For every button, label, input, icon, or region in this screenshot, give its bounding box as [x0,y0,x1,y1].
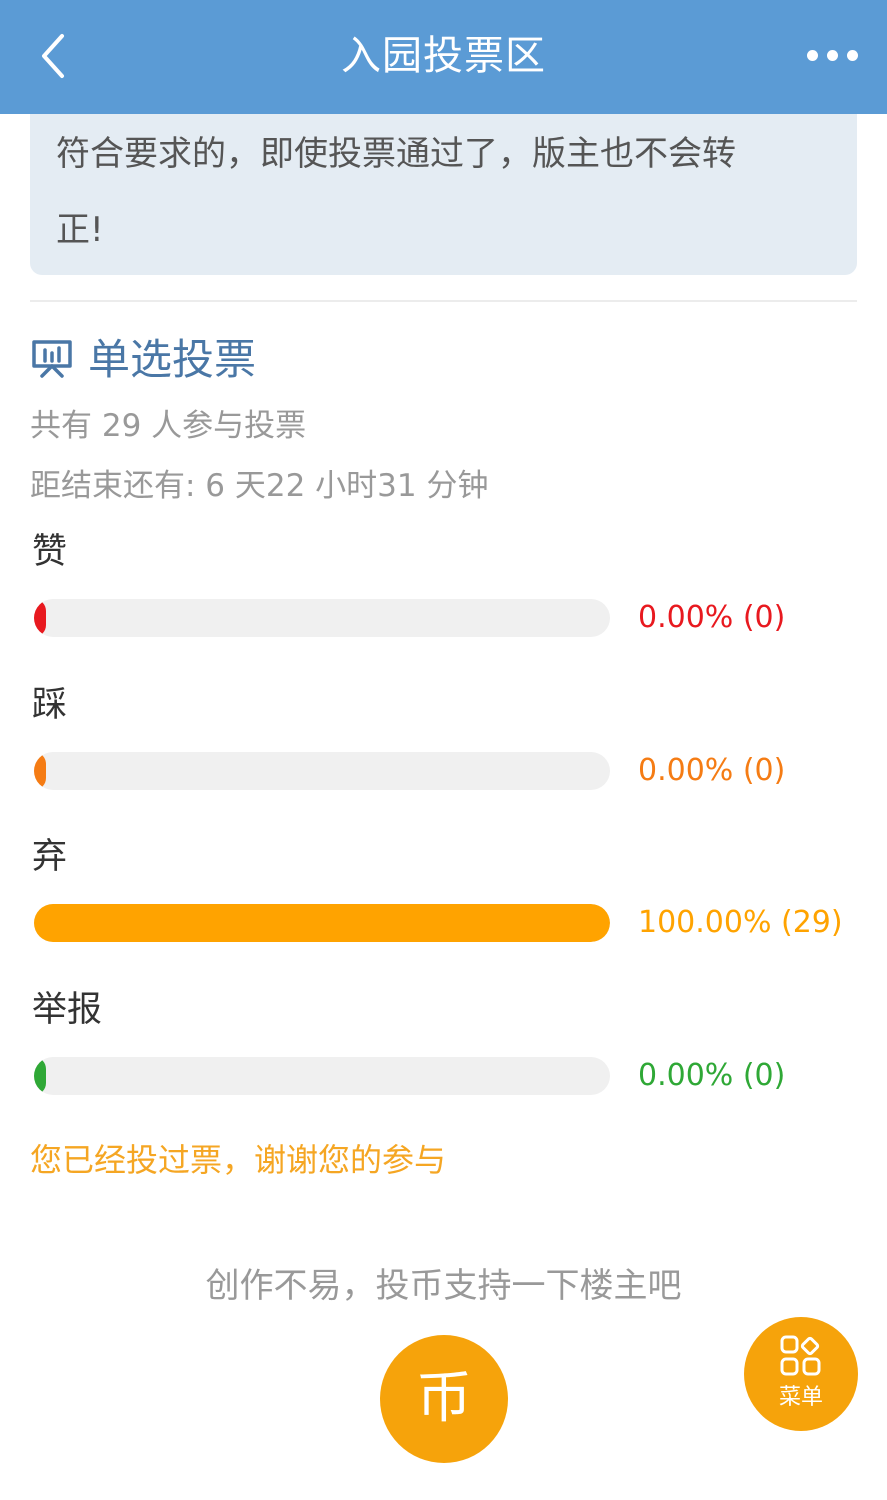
coin-label: 币 [416,1366,472,1431]
voted-message: 您已经投过票，谢谢您的参与 [30,1141,447,1179]
option-percent: 0.00% (0) [638,1058,786,1093]
option-progress-fill [34,904,610,942]
option-percent: 100.00% (29) [638,905,843,940]
option-progress-track[interactable] [34,752,610,790]
more-options-button[interactable] [807,35,859,75]
coin-tip-text: 创作不易，投币支持一下楼主吧 [205,1266,682,1306]
section-divider [30,300,857,302]
option-percent: 0.00% (0) [638,600,786,635]
notice-box: 符合要求的，即使投票通过了，版主也不会转 正! [30,100,857,275]
option-label: 弃 [32,837,68,877]
option-label: 踩 [32,685,68,725]
coin-button[interactable]: 币 [380,1335,508,1463]
option-progress-track[interactable] [34,904,610,942]
option-percent: 0.00% (0) [638,753,786,788]
time-remaining: 距结束还有: 6 天22 小时31 分钟 [30,468,489,504]
notice-text-line-2: 正! [56,210,104,250]
grid-menu-icon [780,1335,821,1376]
menu-button[interactable]: 菜单 [744,1317,858,1431]
more-dots-icon [807,50,818,61]
poll-board-icon [32,340,72,378]
menu-label: 菜单 [778,1385,823,1410]
option-progress-fill [34,599,46,637]
option-progress-track[interactable] [34,1057,610,1095]
poll-title: 单选投票 [88,335,257,384]
option-progress-track[interactable] [34,599,610,637]
option-label: 举报 [32,990,103,1030]
option-progress-fill [34,752,46,790]
participant-count: 共有 29 人参与投票 [30,408,307,444]
notice-text-line-1: 符合要求的，即使投票通过了，版主也不会转 [56,134,736,174]
option-label: 赞 [32,532,68,572]
option-progress-fill [34,1057,46,1095]
page-title: 入园投票区 [341,33,546,79]
top-bar: 入园投票区 [0,0,887,114]
